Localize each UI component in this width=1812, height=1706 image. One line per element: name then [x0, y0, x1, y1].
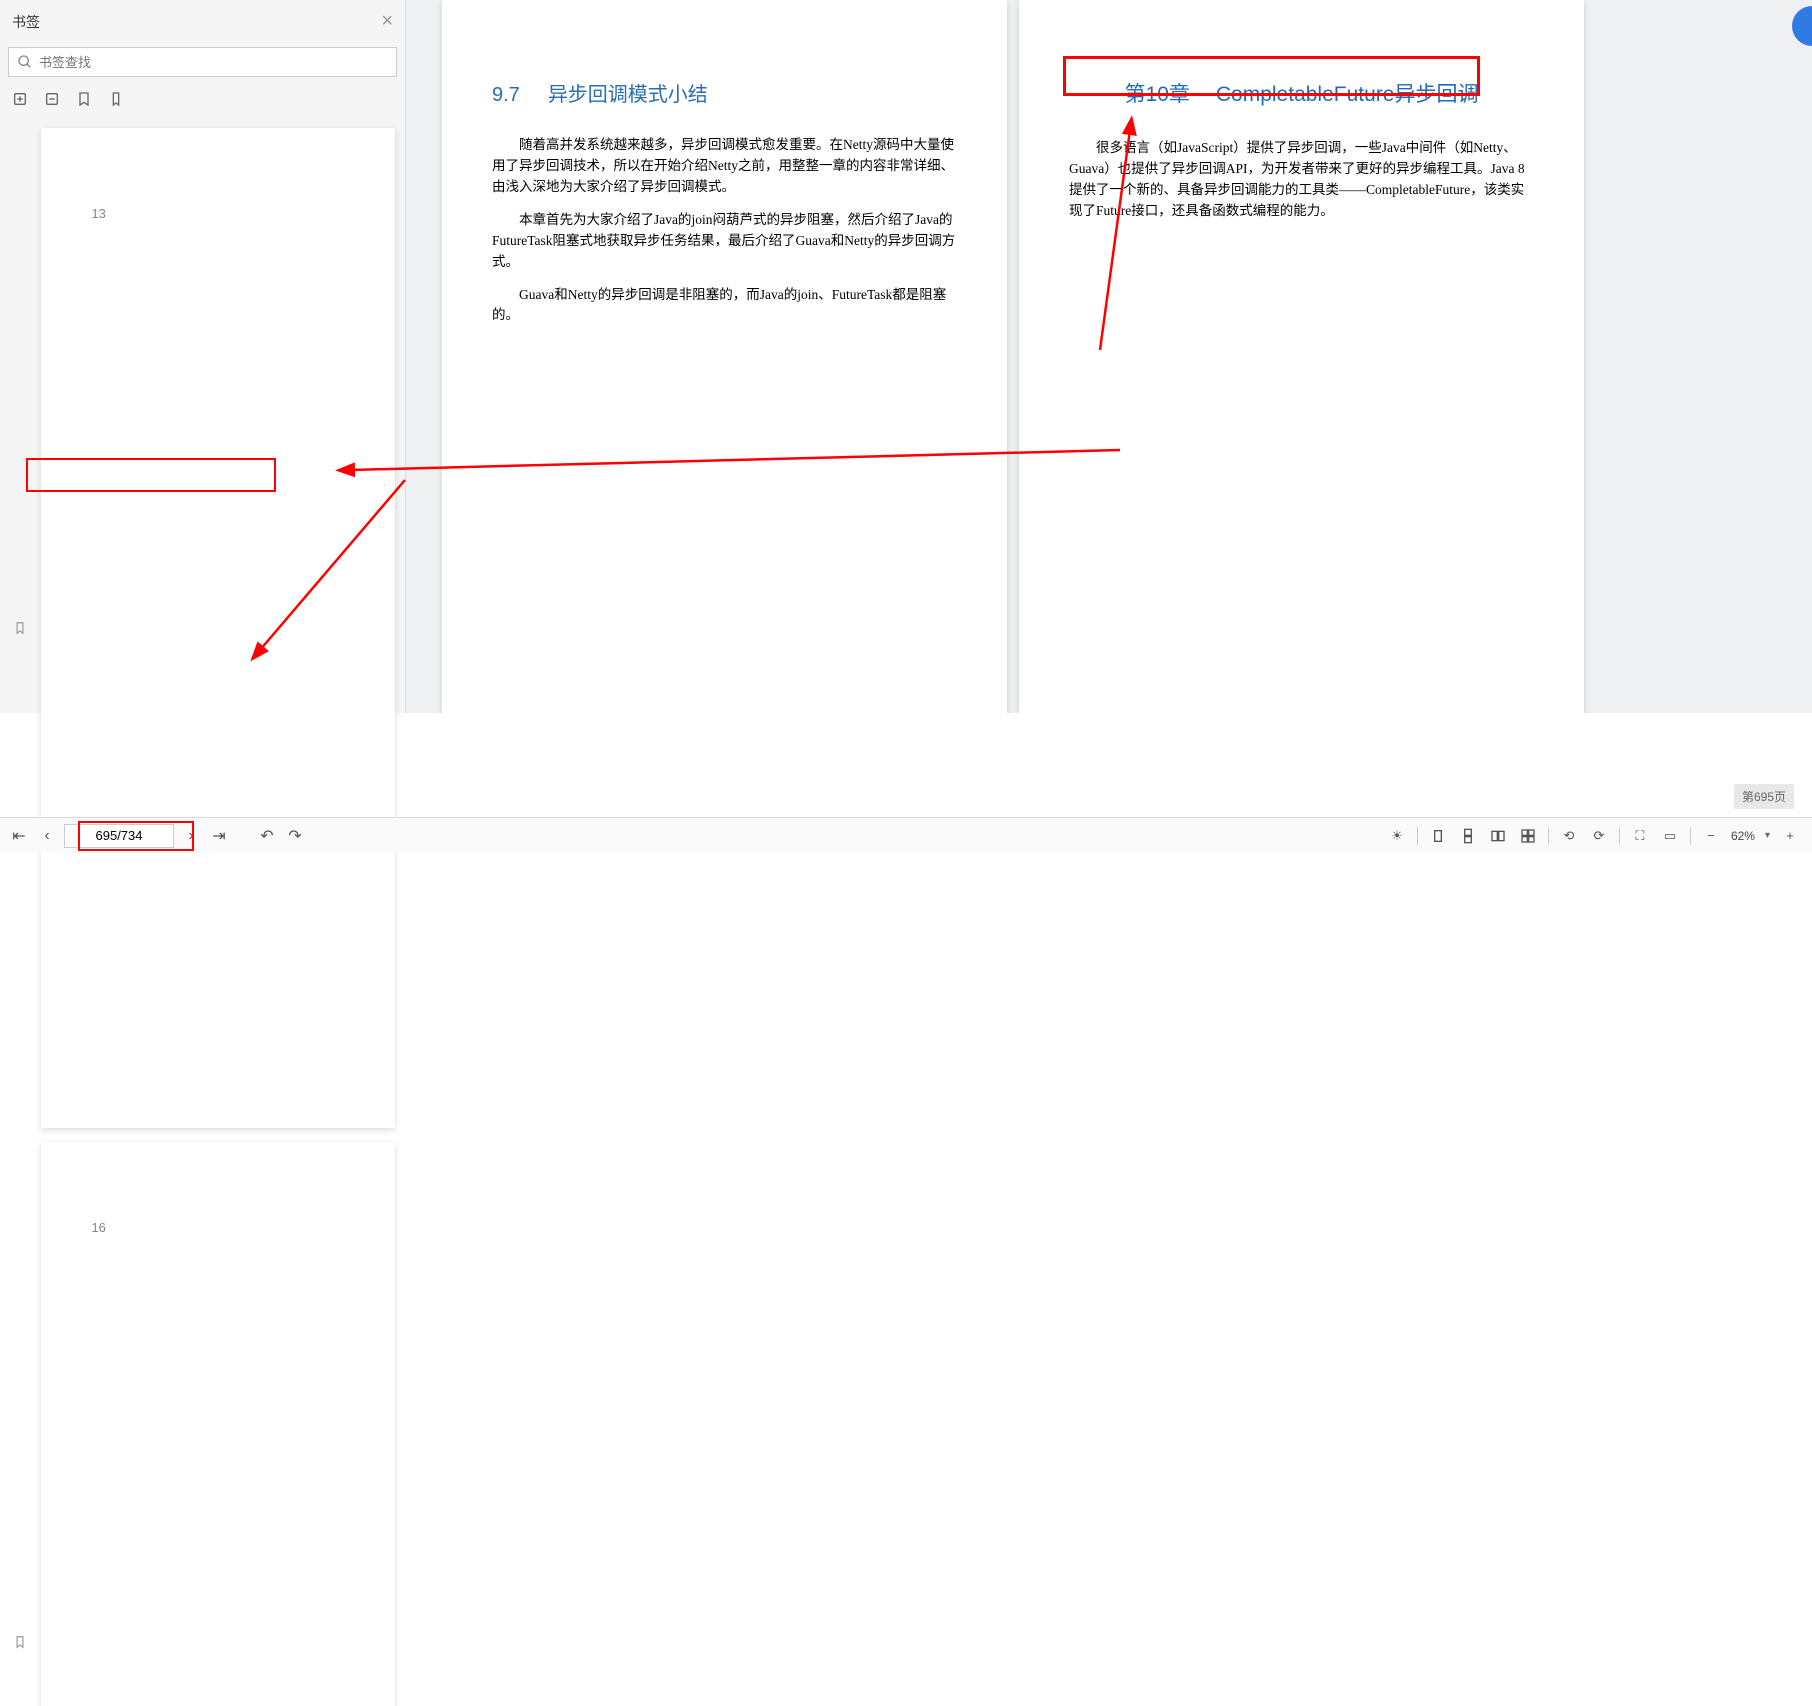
document-viewport[interactable]: 9.7 异步回调模式小结 随着高并发系统越来越多，异步回调模式愈发重要。在Nett…	[406, 0, 1812, 713]
bookmark-page: 16	[41, 1142, 395, 1706]
single-page-icon[interactable]	[1428, 826, 1448, 846]
bookmark-search[interactable]	[8, 47, 397, 77]
bookmark-ribbon-icon	[13, 621, 27, 635]
section-number: 9.7	[492, 84, 520, 106]
paragraph: Guava和Netty的异步回调是非阻塞的，而Java的join、FutureT…	[492, 285, 957, 327]
bookmark-ribbon-icon[interactable]	[108, 91, 124, 107]
page-tag: 第695页	[1734, 784, 1794, 809]
bookmark-toolbar	[0, 83, 405, 117]
sidebar-header: 书签 ×	[0, 0, 405, 41]
first-page-button[interactable]: ⇤	[8, 825, 30, 847]
section-heading: 9.7 异步回调模式小结	[492, 78, 957, 107]
page-nav-bar: ⇤ ‹ › ⇥ ↶ ↷	[0, 817, 406, 853]
bookmark-item[interactable]: 自序16	[0, 1135, 405, 1706]
fullscreen-icon[interactable]: ⛶	[1630, 826, 1650, 846]
search-input[interactable]	[39, 55, 388, 70]
sidebar-title: 书签	[12, 12, 40, 32]
two-page-continuous-icon[interactable]	[1518, 826, 1538, 846]
zoom-in-button[interactable]: +	[1780, 826, 1800, 846]
rotate-right-icon[interactable]: ⟳	[1589, 826, 1609, 846]
continuous-page-icon[interactable]	[1458, 826, 1478, 846]
next-page-button[interactable]: ›	[180, 825, 202, 847]
paragraph: 随着高并发系统越来越多，异步回调模式愈发重要。在Netty源码中大量使用了异步回…	[492, 135, 957, 198]
undo-view-button[interactable]: ↶	[256, 825, 278, 847]
prev-page-button[interactable]: ‹	[36, 825, 58, 847]
page-right: 第10章 CompletableFuture异步回调 很多语言（如JavaScri…	[1019, 0, 1584, 713]
section-title: 异步回调模式小结	[548, 84, 708, 106]
two-page-icon[interactable]	[1488, 826, 1508, 846]
page-number-input[interactable]	[64, 824, 174, 848]
zoom-percent[interactable]: 62%	[1731, 829, 1755, 843]
chapter-title: CompletableFuture异步回调	[1216, 83, 1479, 106]
brightness-icon[interactable]: ☀	[1387, 826, 1407, 846]
close-icon[interactable]: ×	[381, 10, 393, 33]
redo-view-button[interactable]: ↷	[284, 825, 306, 847]
page-left: 9.7 异步回调模式小结 随着高并发系统越来越多，异步回调模式愈发重要。在Nett…	[442, 0, 1007, 713]
remove-bookmark-icon[interactable]	[44, 91, 60, 107]
bookmark-item[interactable]: 前言13	[0, 121, 405, 1135]
chapter-number: 第10章	[1125, 83, 1190, 106]
paragraph: 很多语言（如JavaScript）提供了异步回调，一些Java中间件（如Nett…	[1069, 138, 1534, 222]
paragraph: 本章首先为大家介绍了Java的join闷葫芦式的异步阻塞，然后介绍了Java的F…	[492, 210, 957, 273]
divider	[1619, 827, 1620, 845]
bookmarks-sidebar: 书签 × 前言13自序16▸第1章 多线程原理与实战19▸第2章 Java内置锁…	[0, 0, 406, 713]
divider	[1417, 827, 1418, 845]
last-page-button[interactable]: ⇥	[208, 825, 230, 847]
zoom-out-button[interactable]: −	[1701, 826, 1721, 846]
add-bookmark-icon[interactable]	[12, 91, 28, 107]
view-controls-bar: ☀ ⟲ ⟳ ⛶ ▭ − 62%▾ +	[406, 817, 1812, 853]
presentation-icon[interactable]: ▭	[1660, 826, 1680, 846]
bookmark-icon[interactable]	[76, 91, 92, 107]
search-icon	[17, 54, 33, 70]
divider	[1690, 827, 1691, 845]
rotate-left-icon[interactable]: ⟲	[1559, 826, 1579, 846]
bookmark-list: 前言13自序16▸第1章 多线程原理与实战19▸第2章 Java内置锁的核心原理…	[0, 117, 405, 1706]
chapter-heading: 第10章 CompletableFuture异步回调	[1083, 78, 1520, 108]
bookmark-ribbon-icon	[13, 1635, 27, 1649]
divider	[1548, 827, 1549, 845]
bookmark-page: 13	[41, 128, 395, 1128]
